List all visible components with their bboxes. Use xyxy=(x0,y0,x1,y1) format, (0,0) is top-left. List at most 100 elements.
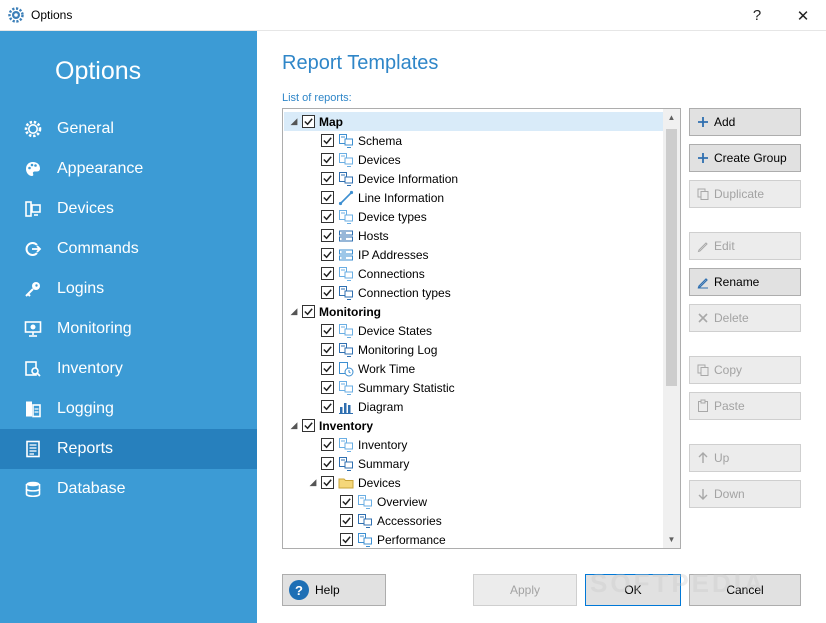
scroll-up-icon[interactable]: ▲ xyxy=(663,109,680,126)
sidebar-item-commands[interactable]: Commands xyxy=(0,229,257,269)
duplicate-button[interactable]: Duplicate xyxy=(689,180,801,208)
tree-item[interactable]: ◢ Devices xyxy=(307,473,401,492)
tree-group[interactable]: ◢ Map xyxy=(288,112,343,131)
folder-icon xyxy=(338,478,354,488)
gear-icon xyxy=(8,7,24,23)
add-button[interactable]: Add xyxy=(689,108,801,136)
sidebar-item-devices[interactable]: Devices xyxy=(0,189,257,229)
tree-checkbox[interactable] xyxy=(321,362,334,375)
checkmark-icon xyxy=(323,365,332,373)
arrow-down-icon xyxy=(698,489,708,500)
tree-item[interactable]: Performance xyxy=(326,530,446,548)
apply-button[interactable]: Apply xyxy=(473,574,577,606)
sidebar-item-general[interactable]: General xyxy=(0,109,257,149)
tree-item[interactable]: Diagram xyxy=(307,397,403,416)
tree-item-label: Device States xyxy=(358,323,433,338)
sidebar-item-logging[interactable]: Logging xyxy=(0,389,257,429)
edit-button[interactable]: Edit xyxy=(689,232,801,260)
scroll-down-icon[interactable]: ▼ xyxy=(663,531,680,548)
copy-button[interactable]: Copy xyxy=(689,356,801,384)
help-title-button[interactable]: ? xyxy=(734,0,780,31)
tree-item[interactable]: Device States xyxy=(307,321,432,340)
tree-item[interactable]: Inventory xyxy=(307,435,407,454)
palette-icon xyxy=(26,162,40,176)
tree-item[interactable]: Connections xyxy=(307,264,425,283)
connections-icon xyxy=(339,266,353,281)
sidebar-item-monitoring[interactable]: Monitoring xyxy=(0,309,257,349)
scrollbar-thumb[interactable] xyxy=(666,129,677,386)
duplicate-icon xyxy=(697,188,709,200)
help-button[interactable]: ? Help xyxy=(282,574,386,606)
tree-checkbox[interactable] xyxy=(321,248,334,261)
tree-item[interactable]: Connection types xyxy=(307,283,451,302)
tree-group[interactable]: ◢ Inventory xyxy=(288,416,373,435)
expand-arrow-icon[interactable]: ◢ xyxy=(288,416,300,435)
tree-checkbox[interactable] xyxy=(321,286,334,299)
tree-checkbox[interactable] xyxy=(340,533,353,546)
tree-checkbox[interactable] xyxy=(321,400,334,413)
inventory-icon xyxy=(25,361,41,377)
rename-button[interactable]: Rename xyxy=(689,268,801,296)
tree-checkbox[interactable] xyxy=(321,210,334,223)
tree-item-label: Summary xyxy=(358,456,410,471)
tree-item[interactable]: Device Information xyxy=(307,169,458,188)
checkmark-icon xyxy=(323,384,332,392)
create-group-button[interactable]: Create Group xyxy=(689,144,801,172)
tree-checkbox[interactable] xyxy=(321,457,334,470)
tree-checkbox[interactable] xyxy=(321,229,334,242)
tree-checkbox[interactable] xyxy=(321,134,334,147)
close-button[interactable]: ✕ xyxy=(780,0,826,31)
tree-item[interactable]: IP Addresses xyxy=(307,245,429,264)
sidebar-item-label: Monitoring xyxy=(57,320,132,337)
tree-checkbox[interactable] xyxy=(302,115,315,128)
tree-item[interactable]: Monitoring Log xyxy=(307,340,437,359)
tree-item[interactable]: Summary Statistic xyxy=(307,378,455,397)
sidebar-item-logins[interactable]: Logins xyxy=(0,269,257,309)
sidebar-item-appearance[interactable]: Appearance xyxy=(0,149,257,189)
tree-item[interactable]: Work Time xyxy=(307,359,415,378)
tree-checkbox[interactable] xyxy=(321,438,334,451)
up-button[interactable]: Up xyxy=(689,444,801,472)
tree-checkbox[interactable] xyxy=(321,381,334,394)
summary-icon xyxy=(339,456,353,471)
tree-item[interactable]: Line Information xyxy=(307,188,444,207)
paste-button[interactable]: Paste xyxy=(689,392,801,420)
tree-item[interactable]: Accessories xyxy=(326,511,442,530)
sidebar-item-database[interactable]: Database xyxy=(0,469,257,509)
expand-arrow-icon[interactable]: ◢ xyxy=(307,473,319,492)
devices-icon xyxy=(339,152,353,167)
tree-checkbox[interactable] xyxy=(321,267,334,280)
tree-group[interactable]: ◢ Monitoring xyxy=(288,302,381,321)
down-button[interactable]: Down xyxy=(689,480,801,508)
tree-checkbox[interactable] xyxy=(321,324,334,337)
delete-button[interactable]: Delete xyxy=(689,304,801,332)
tree-checkbox[interactable] xyxy=(321,153,334,166)
tree-item[interactable]: Schema xyxy=(307,131,402,150)
tree-checkbox[interactable] xyxy=(302,419,315,432)
vertical-scrollbar[interactable]: ▲ ▼ xyxy=(663,109,680,548)
pencil-icon xyxy=(697,242,708,253)
tree-checkbox[interactable] xyxy=(302,305,315,318)
tree-item-label: Schema xyxy=(358,133,403,148)
tree-item[interactable]: Summary xyxy=(307,454,409,473)
sidebar-item-reports[interactable]: Reports xyxy=(0,429,257,469)
tree-item[interactable]: Overview xyxy=(326,492,427,511)
line-icon xyxy=(338,190,354,205)
checkmark-icon xyxy=(304,422,313,430)
arrow-up-icon xyxy=(698,452,708,463)
expand-arrow-icon[interactable]: ◢ xyxy=(288,302,300,321)
reports-tree[interactable]: ◢ Map Schema Devices Device Information Line … xyxy=(282,108,681,549)
tree-checkbox[interactable] xyxy=(321,191,334,204)
tree-checkbox[interactable] xyxy=(340,495,353,508)
sidebar-item-inventory[interactable]: Inventory xyxy=(0,349,257,389)
tree-checkbox[interactable] xyxy=(340,514,353,527)
tree-item[interactable]: Hosts xyxy=(307,226,389,245)
schema-icon xyxy=(339,133,353,148)
tree-checkbox[interactable] xyxy=(321,476,334,489)
expand-arrow-icon[interactable]: ◢ xyxy=(288,112,300,131)
summary-statistic-icon xyxy=(339,380,353,395)
tree-checkbox[interactable] xyxy=(321,343,334,356)
tree-item[interactable]: Devices xyxy=(307,150,401,169)
tree-checkbox[interactable] xyxy=(321,172,334,185)
tree-item[interactable]: Device types xyxy=(307,207,427,226)
